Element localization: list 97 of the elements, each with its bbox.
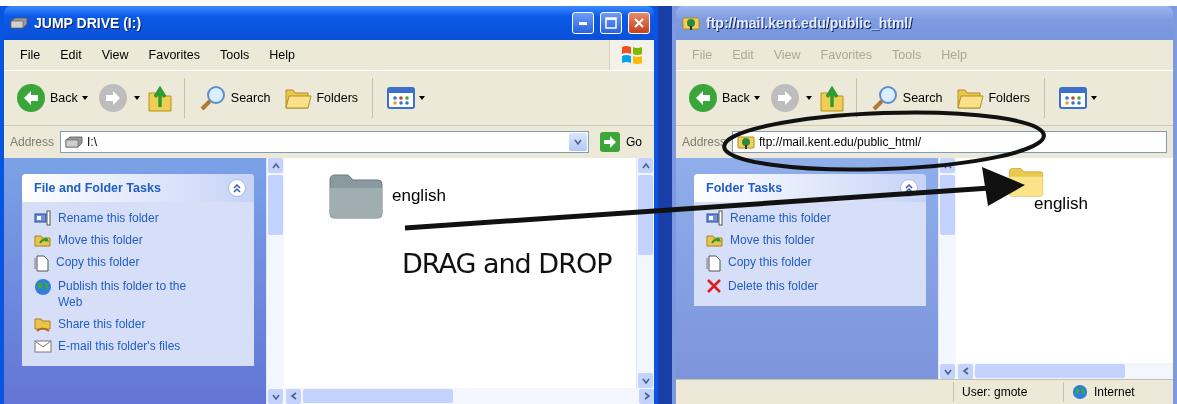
back-button[interactable]: Back — [684, 81, 764, 115]
annotation-label: DRAG and DROP — [402, 248, 612, 279]
maximize-icon — [605, 17, 617, 29]
scroll-thumb[interactable] — [638, 175, 653, 255]
address-field[interactable]: I:\ — [60, 131, 589, 153]
close-icon — [633, 17, 645, 29]
task-link[interactable]: Move this folder — [730, 232, 815, 248]
caret-icon — [1091, 96, 1098, 100]
collapse-button[interactable] — [228, 179, 246, 197]
caret-icon — [753, 96, 760, 100]
windows-logo — [620, 44, 644, 66]
folder-name[interactable]: english — [1034, 194, 1088, 214]
scroll-left-button[interactable] — [958, 363, 973, 379]
caret-icon — [419, 96, 426, 100]
search-icon — [870, 84, 899, 112]
horizontal-scrollbar[interactable] — [284, 388, 654, 404]
horizontal-scrollbar[interactable] — [956, 363, 1173, 379]
chevron-left-icon — [288, 391, 299, 401]
folder-arrow-icon — [706, 232, 724, 248]
views-icon — [1059, 87, 1088, 109]
network-folder-icon — [737, 134, 756, 150]
views-icon — [387, 87, 416, 109]
menu-item[interactable]: Edit — [50, 48, 92, 62]
address-label: Address — [10, 135, 55, 149]
menu-item[interactable]: Favorites — [138, 48, 210, 62]
caret-icon[interactable] — [805, 96, 812, 100]
caret-icon — [81, 96, 88, 100]
go-button[interactable]: Go — [595, 131, 648, 153]
task-link[interactable]: Rename this folder — [730, 210, 831, 226]
scroll-down-button[interactable] — [268, 389, 283, 404]
dropdown-button[interactable] — [569, 133, 587, 151]
chevron-down-icon — [573, 137, 583, 147]
scroll-down-button[interactable] — [940, 364, 955, 379]
chevron-up-icon — [640, 160, 651, 171]
double-chevron-icon — [904, 183, 914, 193]
task-link[interactable]: Rename this folder — [58, 210, 159, 226]
menu-item[interactable]: View — [91, 48, 139, 62]
envelope-icon — [34, 338, 52, 354]
scroll-thumb[interactable] — [975, 364, 1125, 378]
task-link[interactable]: Delete this folder — [728, 278, 819, 294]
task-link[interactable]: Publish this folder to the Web — [58, 278, 208, 310]
search-button[interactable]: Search — [194, 82, 275, 114]
task-card-title: Folder Tasks — [706, 181, 784, 195]
folder-arrow-icon — [34, 232, 52, 248]
globe-icon — [1072, 384, 1088, 400]
folder-name[interactable]: english — [392, 186, 446, 206]
maximize-button[interactable] — [600, 12, 622, 34]
close-button[interactable] — [628, 12, 650, 34]
scroll-thumb[interactable] — [268, 175, 283, 235]
address-field[interactable]: ftp://mail.kent.edu/public_html/ — [732, 131, 1167, 153]
minimize-button[interactable] — [572, 12, 594, 34]
minimize-icon — [579, 21, 587, 25]
network-folder-icon — [682, 15, 700, 31]
task-link[interactable]: Copy this folder — [728, 254, 812, 270]
document-icon — [706, 254, 722, 272]
menu-item[interactable]: File — [10, 48, 51, 62]
globe-icon — [34, 278, 52, 296]
scroll-down-button[interactable] — [638, 373, 653, 388]
caret-icon[interactable] — [133, 96, 140, 100]
document-icon — [34, 254, 50, 272]
folders-button[interactable]: Folders — [280, 83, 363, 113]
address-value: ftp://mail.kent.edu/public_html/ — [759, 135, 923, 149]
menu-item[interactable]: Help — [259, 48, 305, 62]
shared-folder-icon — [34, 316, 52, 332]
scroll-thumb[interactable] — [940, 175, 955, 235]
task-link[interactable]: Share this folder — [58, 316, 146, 332]
double-chevron-icon — [232, 183, 242, 193]
up-folder-icon[interactable] — [817, 83, 846, 113]
search-icon — [198, 84, 227, 112]
window-title: JUMP DRIVE (I:) — [34, 15, 143, 31]
status-user: User: gmote — [953, 382, 1063, 402]
task-link[interactable]: Move this folder — [58, 232, 143, 248]
scrollbar[interactable] — [938, 158, 956, 379]
scroll-thumb[interactable] — [303, 389, 453, 403]
rename-icon — [706, 210, 724, 226]
zone-label: Internet — [1094, 385, 1135, 399]
up-folder-icon[interactable] — [145, 83, 174, 113]
task-card-title: File and Folder Tasks — [34, 181, 162, 195]
scroll-left-button[interactable] — [286, 388, 301, 404]
address-value: I:\ — [87, 135, 99, 149]
rename-icon — [34, 210, 52, 226]
task-link[interactable]: E-mail this folder's files — [58, 338, 181, 354]
chevron-left-icon — [960, 366, 971, 376]
scrollbar[interactable] — [266, 158, 284, 404]
address-label: Address — [682, 135, 727, 149]
drive-icon — [10, 17, 28, 29]
delete-icon — [706, 278, 722, 294]
scroll-right-button[interactable] — [639, 388, 654, 404]
window-title: ftp://mail.kent.edu/public_html/ — [706, 15, 914, 31]
back-button[interactable]: Back — [12, 81, 92, 115]
drive-icon — [65, 136, 84, 148]
folders-button[interactable]: Folders — [952, 83, 1035, 113]
search-button[interactable]: Search — [866, 82, 947, 114]
chevron-up-icon — [270, 160, 281, 171]
menu-item[interactable]: Tools — [210, 48, 260, 62]
scrollbar[interactable] — [636, 158, 654, 388]
task-link[interactable]: Copy this folder — [56, 254, 140, 270]
